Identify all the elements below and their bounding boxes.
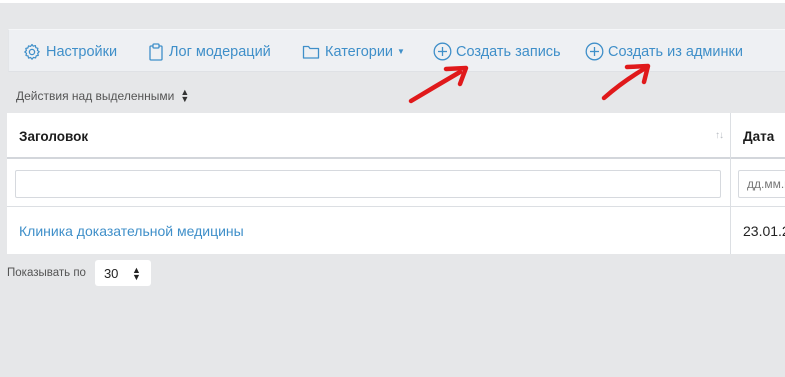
categories-label: Категории [325, 43, 394, 60]
caret-down-icon: ▼ [397, 47, 405, 56]
clipboard-icon [148, 42, 164, 61]
table-header: Заголовок ↑↓ Дата [7, 113, 785, 159]
sort-caret-icon: ▲ ▼ [180, 87, 190, 104]
column-title-label: Заголовок [19, 128, 89, 144]
row-date: 23.01.2 [743, 223, 785, 239]
create-from-admin-button[interactable]: Создать из админки [585, 30, 743, 73]
column-date-label: Дата [743, 128, 775, 144]
table-row: Клиника доказательной медицины 23.01.2 [7, 208, 785, 254]
page-size-control: Показывать по 30 ▲ ▼ [7, 260, 151, 286]
settings-label: Настройки [46, 43, 118, 60]
date-filter-input[interactable] [738, 170, 785, 198]
filter-row [7, 161, 785, 207]
records-table: Заголовок ↑↓ Дата Клиника доказательной … [7, 113, 785, 254]
page-size-value: 30 [103, 265, 119, 281]
folder-icon [302, 44, 320, 60]
column-header-title[interactable]: Заголовок [19, 113, 88, 159]
toolbar: Настройки Лог модераций Категории ▼ Созд… [8, 29, 785, 72]
top-border [0, 0, 785, 3]
sort-arrows-icon[interactable]: ↑↓ [715, 130, 724, 141]
row-title-link[interactable]: Клиника доказательной медицины [19, 208, 244, 254]
column-header-date[interactable]: Дата [743, 113, 774, 159]
page-size-select[interactable]: 30 ▲ ▼ [94, 260, 151, 286]
plus-circle-icon [585, 42, 604, 61]
select-caret-icon: ▲ ▼ [132, 265, 141, 282]
bulk-actions-label: Действия над выделенными [16, 89, 175, 103]
plus-circle-icon [433, 42, 452, 61]
create-entry-button[interactable]: Создать запись [433, 30, 561, 73]
moderation-log-label: Лог модераций [169, 43, 271, 60]
title-filter-input[interactable] [15, 170, 721, 198]
bulk-actions-select[interactable]: Действия над выделенными ▲ ▼ [16, 87, 189, 105]
moderation-log-button[interactable]: Лог модераций [148, 30, 271, 73]
page-size-label: Показывать по [7, 267, 86, 279]
gear-icon [23, 43, 41, 61]
create-entry-label: Создать запись [456, 43, 561, 60]
create-from-admin-label: Создать из админки [608, 43, 743, 60]
categories-dropdown[interactable]: Категории ▼ [302, 30, 405, 73]
settings-button[interactable]: Настройки [23, 30, 117, 73]
